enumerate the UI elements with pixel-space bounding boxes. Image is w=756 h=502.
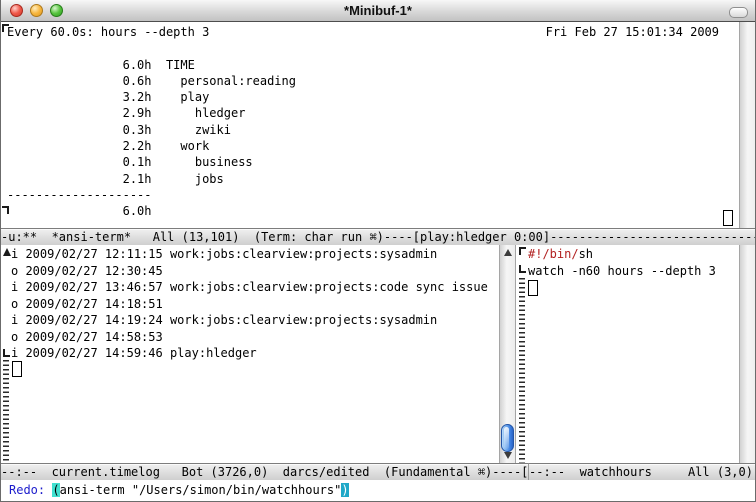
watch-interval-text: Every 60.0s: hours --depth 3 (7, 25, 209, 39)
buffer-bottom-angle-icon (519, 265, 526, 273)
report-total: 6.0h (7, 203, 296, 219)
report-line: 6.0h TIME (7, 57, 296, 73)
modeline-current-timelog[interactable]: --:-- current.timelog Bot (3726,0) darcs… (1, 463, 528, 480)
minibuffer-command: ansi-term "/Users/simon/bin/watchhours" (60, 483, 342, 497)
empty-lines-indicator-icon (3, 360, 9, 463)
timelog-cursor (12, 361, 22, 377)
timelog-scrollbar[interactable] (499, 245, 516, 463)
report-separator: -------------------- (7, 187, 296, 203)
timelog-entry: o 2009/02/27 12:30:45 (11, 263, 488, 280)
timelog-pane[interactable]: i 2009/02/27 12:11:15 work:jobs:clearvie… (1, 245, 499, 463)
timelog-entry: o 2009/02/27 14:58:53 (11, 329, 488, 346)
term-scrollbar-track[interactable] (739, 22, 756, 228)
buffer-bottom-angle-icon (3, 349, 10, 357)
toolbar-toggle-button[interactable] (729, 7, 748, 18)
script-scrollbar-track[interactable] (739, 245, 756, 463)
shebang-comment: #!/bin/ (528, 247, 579, 261)
modeline-watchhours[interactable]: --:-- watchhours All (3,0) (528, 463, 756, 480)
term-cursor (723, 210, 733, 226)
timelog-entry: i 2009/02/27 13:46:57 work:jobs:clearvie… (11, 279, 488, 296)
script-source: #!/bin/sh watch -n60 hours --depth 3 (528, 246, 716, 279)
term-pane[interactable]: Every 60.0s: hours --depth 3 Fri Feb 27 1… (1, 22, 739, 228)
buffer-bottom-angle-icon (2, 206, 9, 214)
report-line: 2.1h jobs (7, 171, 296, 187)
report-line: 0.6h personal:reading (7, 73, 296, 89)
timelog-entries: i 2009/02/27 12:11:15 work:jobs:clearvie… (11, 246, 488, 362)
report-line: 0.1h business (7, 154, 296, 170)
window-title: *Minibuf-1* (1, 3, 755, 18)
matched-open-paren: ( (52, 483, 59, 497)
report-line: 2.9h hledger (7, 105, 296, 121)
watch-header: Every 60.0s: hours --depth 3 Fri Feb 27 1… (7, 24, 721, 40)
command-line: watch -n60 hours --depth 3 (528, 263, 716, 280)
modeline-ansi-term[interactable]: -u:** *ansi-term* All (13,101) (Term: ch… (1, 228, 756, 245)
buffer-top-angle-icon (519, 247, 526, 255)
timelog-entry: i 2009/02/27 14:59:46 play:hledger (11, 345, 488, 362)
report-line: 2.2h work (7, 138, 296, 154)
empty-lines-indicator-icon (519, 278, 525, 463)
timelog-entry: o 2009/02/27 14:18:51 (11, 296, 488, 313)
scrollbar-thumb[interactable] (501, 424, 514, 452)
minibuffer[interactable]: Redo: (ansi-term "/Users/simon/bin/watch… (1, 480, 756, 502)
scroll-above-arrow-icon (3, 248, 11, 256)
emacs-frame: *Minibuf-1* Every 60.0s: hours --depth 3… (0, 0, 756, 502)
hours-report: 6.0h TIME 0.6h personal:reading 3.2h pla… (7, 57, 296, 220)
report-line: 0.3h zwiki (7, 122, 296, 138)
scroll-down-arrow-icon[interactable] (504, 452, 512, 459)
watch-datetime: Fri Feb 27 15:01:34 2009 (546, 24, 719, 40)
minibuffer-cursor-close-paren: ) (341, 483, 348, 497)
script-pane[interactable]: #!/bin/sh watch -n60 hours --depth 3 (518, 245, 739, 463)
scroll-up-arrow-icon[interactable] (504, 249, 512, 256)
timelog-entry: i 2009/02/27 14:19:24 work:jobs:clearvie… (11, 312, 488, 329)
minibuffer-prompt: Redo: (9, 483, 52, 497)
timelog-entry: i 2009/02/27 12:11:15 work:jobs:clearvie… (11, 246, 488, 263)
script-cursor (528, 280, 538, 296)
shebang-line: #!/bin/sh (528, 246, 716, 263)
window-titlebar[interactable]: *Minibuf-1* (1, 0, 755, 22)
report-line: 3.2h play (7, 89, 296, 105)
shebang-interpreter: sh (579, 247, 593, 261)
